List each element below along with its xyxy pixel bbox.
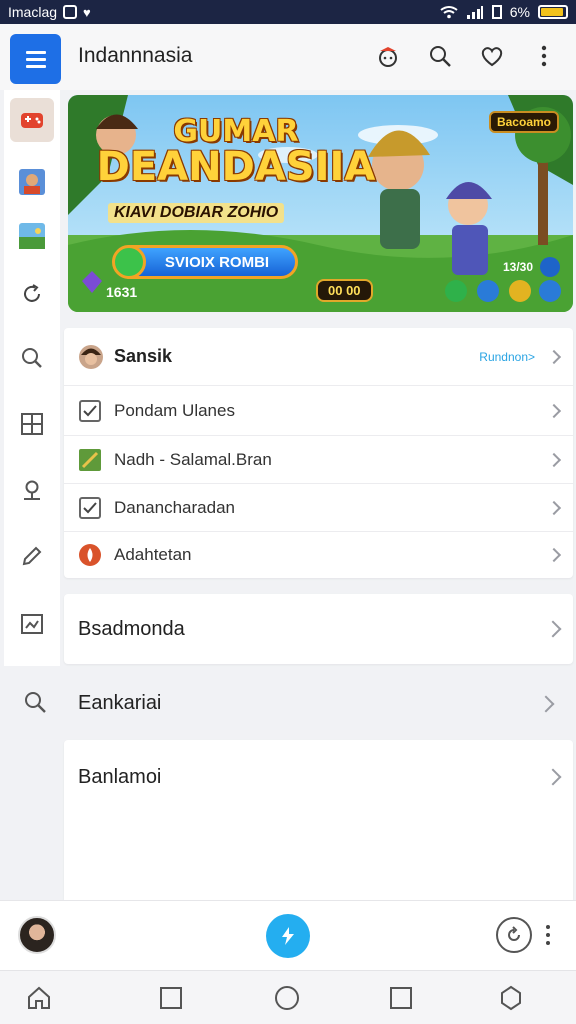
game-controller-icon	[21, 113, 43, 128]
list-item[interactable]: Nadh - Salamal.Bran	[64, 436, 573, 484]
square-icon	[160, 987, 182, 1009]
location-pin-icon	[24, 480, 40, 500]
heart-icon	[481, 47, 503, 67]
landscape-thumbnail-icon	[19, 223, 45, 249]
wifi-icon	[440, 6, 458, 19]
more-vertical-icon[interactable]	[546, 925, 550, 945]
bottom-action-bar	[0, 900, 576, 970]
game-avatar-icon	[379, 47, 397, 67]
system-nav-bar	[0, 970, 576, 1024]
sync-icon	[508, 926, 520, 941]
search-icon	[430, 46, 451, 67]
home-icon	[28, 986, 50, 1009]
list-item[interactable]: Adahtetan	[64, 532, 573, 578]
battery-icon	[538, 5, 568, 19]
banner-score: 00 00	[316, 279, 373, 302]
recents-button[interactable]	[388, 985, 414, 1011]
list-header-label: Sansik	[114, 346, 173, 366]
menu-button[interactable]	[10, 34, 61, 84]
section-label: Banlamoi	[78, 766, 162, 788]
chevron-right-icon	[546, 403, 562, 418]
banner-subtitle: KIAVI DOBIAR ZOHIO	[108, 203, 285, 223]
banner-title: GUMAR DEANDASIIA	[96, 114, 376, 190]
section-row[interactable]: Bsadmonda	[64, 594, 573, 664]
circle-icon	[275, 986, 299, 1010]
chevron-right-icon	[537, 695, 555, 713]
avatar	[78, 344, 104, 370]
sidebar-item-refresh[interactable]	[10, 272, 54, 316]
sidebar-item-grid[interactable]	[10, 402, 54, 446]
list-card: Sansik Rundnon> Pondam Ulanes Nadh - Sal…	[64, 328, 573, 578]
notification-icon	[63, 5, 78, 19]
chevron-right-icon	[546, 500, 562, 515]
list-item-label: Pondam Ulanes	[114, 400, 235, 420]
pencil-icon	[22, 546, 42, 566]
see-more-link[interactable]: Rundnon>	[479, 350, 535, 364]
heart-notification-icon: ♥	[83, 4, 91, 20]
search-icon	[22, 348, 42, 368]
list-item-label: Adahtetan	[114, 545, 192, 564]
section-row[interactable]: Banlamoi	[64, 740, 573, 900]
banner-tag: Bacoamo	[488, 111, 559, 133]
grid-icon	[21, 413, 43, 435]
search-icon	[25, 692, 46, 713]
compose-button[interactable]	[266, 914, 310, 958]
sidebar-item-games[interactable]	[10, 98, 54, 142]
signal-icon	[466, 6, 483, 19]
square-button[interactable]	[158, 985, 184, 1011]
section-label: Bsadmonda	[78, 618, 185, 640]
home-button[interactable]	[26, 985, 52, 1011]
chevron-right-icon	[544, 768, 562, 786]
play-icon	[112, 245, 146, 279]
refresh-icon	[24, 284, 40, 302]
list-item-label: Danancharadan	[114, 497, 235, 517]
sidebar	[4, 90, 60, 666]
game-avatar-button[interactable]	[374, 42, 402, 70]
assistant-button[interactable]	[498, 985, 524, 1011]
carrier-label: Imaclag	[8, 4, 58, 20]
list-item[interactable]: Danancharadan	[64, 484, 573, 532]
more-vertical-icon	[541, 45, 547, 67]
recents-icon	[390, 987, 412, 1009]
avatar[interactable]	[18, 916, 56, 954]
favorite-button[interactable]	[478, 42, 506, 70]
sidebar-item-game-1[interactable]	[10, 160, 54, 204]
chevron-right-icon	[544, 620, 562, 638]
page-title: Indannnasia	[78, 44, 193, 67]
badge-icon	[501, 985, 521, 1011]
chevron-right-icon	[546, 452, 562, 467]
promo-banner[interactable]: GUMAR DEANDASIIA KIAVI DOBIAR ZOHIO SVIO…	[68, 95, 573, 312]
hamburger-icon	[25, 50, 46, 54]
sidebar-item-edit[interactable]	[10, 534, 54, 578]
game-thumbnail-icon	[78, 448, 102, 472]
circle-button[interactable]	[274, 985, 300, 1011]
search-button[interactable]	[426, 42, 454, 70]
lightning-icon	[282, 927, 294, 945]
checkbox-icon	[78, 496, 102, 520]
list-header-row[interactable]: Sansik Rundnon>	[64, 328, 573, 386]
sidebar-item-image[interactable]	[10, 602, 54, 646]
sidebar-item-game-2[interactable]	[10, 214, 54, 258]
chevron-right-icon	[546, 349, 562, 364]
banner-count: 13/30	[502, 260, 533, 274]
checkbox-icon	[78, 399, 102, 423]
status-bar: Imaclag ♥ 6%	[0, 0, 576, 24]
sync-button[interactable]	[496, 917, 532, 953]
app-bar: Indannnasia	[0, 24, 576, 90]
sidebar-item-search[interactable]	[10, 336, 54, 380]
battery-percent: 6%	[509, 4, 530, 20]
banner-level: 1631	[106, 284, 138, 300]
image-icon	[21, 614, 43, 634]
list-item-label: Nadh - Salamal.Bran	[114, 449, 272, 469]
section-row[interactable]: Eankariai	[0, 670, 576, 736]
list-item[interactable]: Pondam Ulanes	[64, 386, 573, 436]
orange-logo-icon	[78, 543, 102, 567]
section-label: Eankariai	[78, 692, 162, 714]
sim-icon	[491, 5, 502, 19]
game-thumbnail-icon	[19, 169, 45, 195]
chevron-right-icon	[546, 547, 562, 563]
more-button[interactable]	[530, 42, 558, 70]
sidebar-item-location[interactable]	[10, 468, 54, 512]
